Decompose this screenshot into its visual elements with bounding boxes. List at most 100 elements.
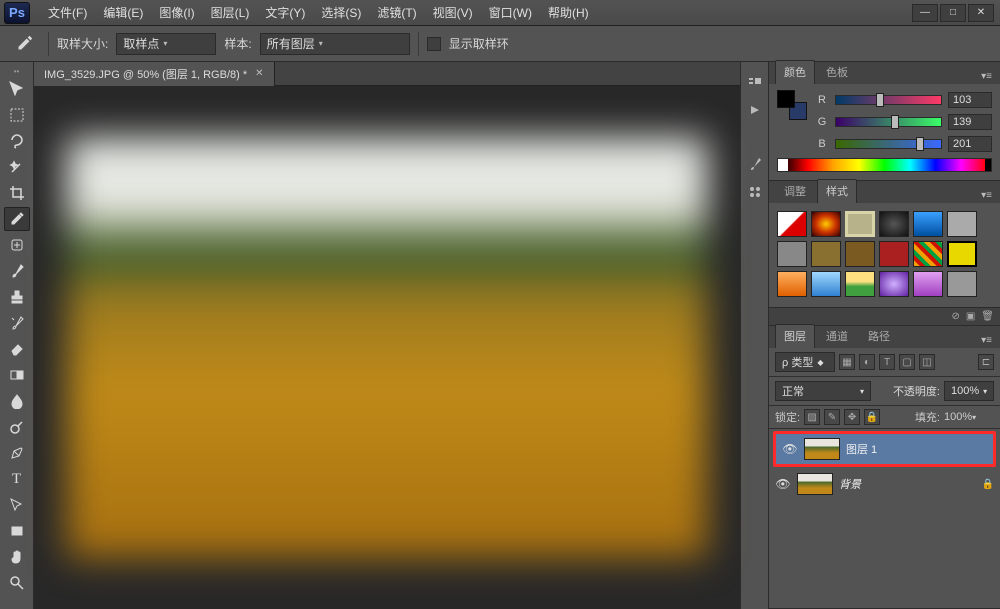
clear-style-icon[interactable]: ⊘ (951, 311, 959, 322)
tab-layers[interactable]: 图层 (775, 324, 815, 348)
canvas[interactable] (34, 86, 740, 609)
r-slider[interactable] (835, 95, 942, 105)
tab-adjustments[interactable]: 调整 (775, 179, 815, 203)
app-logo-icon[interactable]: Ps (4, 2, 30, 24)
style-swatch[interactable] (845, 211, 875, 237)
style-swatch[interactable] (947, 241, 977, 267)
panel-menu-icon[interactable]: ▾≡ (977, 69, 996, 84)
eraser-tool[interactable] (4, 337, 30, 361)
window-maximize-button[interactable]: □ (940, 4, 966, 22)
foreground-color-swatch[interactable] (777, 90, 795, 108)
b-slider[interactable] (835, 139, 942, 149)
style-swatch[interactable] (811, 271, 841, 297)
g-value[interactable]: 139 (948, 114, 992, 130)
actions-panel-icon[interactable] (746, 102, 764, 118)
panel-menu-icon[interactable]: ▾≡ (977, 188, 996, 203)
tab-color[interactable]: 颜色 (775, 60, 815, 84)
marquee-tool[interactable] (4, 103, 30, 127)
menu-select[interactable]: 选择(S) (313, 0, 369, 26)
tab-channels[interactable]: 通道 (817, 324, 857, 348)
lock-all-icon[interactable]: 🔒 (864, 409, 880, 425)
show-sampling-ring-checkbox[interactable] (427, 37, 441, 51)
style-swatch[interactable] (913, 271, 943, 297)
style-swatch[interactable] (879, 211, 909, 237)
tools-collapse-icon[interactable]: •• (0, 66, 34, 76)
brush-tool[interactable] (4, 259, 30, 283)
tab-swatches[interactable]: 色板 (817, 60, 857, 84)
blend-mode-select[interactable]: 正常▾ (775, 381, 871, 401)
panel-menu-icon[interactable]: ▾≡ (977, 333, 996, 348)
style-swatch[interactable] (913, 241, 943, 267)
visibility-toggle-icon[interactable]: 👁 (775, 476, 791, 492)
close-icon[interactable]: ✕ (255, 68, 263, 79)
history-panel-icon[interactable] (746, 74, 764, 90)
filter-pixel-icon[interactable]: ▦ (839, 354, 855, 370)
new-style-icon[interactable]: ▣ (966, 311, 975, 322)
style-swatch[interactable] (845, 241, 875, 267)
hand-tool[interactable] (4, 545, 30, 569)
style-swatch[interactable] (811, 211, 841, 237)
eyedropper-tool[interactable] (4, 207, 30, 231)
dodge-tool[interactable] (4, 415, 30, 439)
crop-tool[interactable] (4, 181, 30, 205)
brush-panel-icon[interactable] (746, 156, 764, 172)
pen-tool[interactable] (4, 441, 30, 465)
lock-position-icon[interactable]: ✥ (844, 409, 860, 425)
style-swatch[interactable] (947, 271, 977, 297)
g-slider[interactable] (835, 117, 942, 127)
style-swatch[interactable] (777, 241, 807, 267)
tab-styles[interactable]: 样式 (817, 179, 857, 203)
style-swatch[interactable] (879, 241, 909, 267)
history-brush-tool[interactable] (4, 311, 30, 335)
move-tool[interactable] (4, 77, 30, 101)
filter-adjust-icon[interactable]: ◐ (859, 354, 875, 370)
layer-thumbnail[interactable] (804, 438, 840, 460)
lasso-tool[interactable] (4, 129, 30, 153)
style-swatch[interactable] (777, 211, 807, 237)
color-spectrum[interactable] (777, 158, 992, 172)
layer-filter-kind-select[interactable]: ρ 类型 ◆ (775, 352, 835, 372)
brush-presets-panel-icon[interactable] (746, 184, 764, 200)
visibility-toggle-icon[interactable]: 👁 (782, 441, 798, 457)
menu-view[interactable]: 视图(V) (425, 0, 481, 26)
fg-bg-swatch[interactable] (777, 90, 807, 120)
style-swatch[interactable] (947, 211, 977, 237)
sample-size-select[interactable]: 取样点▾ (116, 33, 216, 55)
healing-brush-tool[interactable] (4, 233, 30, 257)
filter-type-icon[interactable]: T (879, 354, 895, 370)
layer-row-background[interactable]: 👁 背景 🔒 (769, 469, 1000, 499)
blur-tool[interactable] (4, 389, 30, 413)
window-close-button[interactable]: ✕ (968, 4, 994, 22)
layer-name[interactable]: 背景 (839, 476, 861, 492)
style-swatch[interactable] (913, 211, 943, 237)
lock-transparency-icon[interactable]: ▨ (804, 409, 820, 425)
menu-type[interactable]: 文字(Y) (257, 0, 313, 26)
layer-row-1[interactable]: 👁 图层 1 (776, 434, 993, 464)
filter-smart-icon[interactable]: ◫ (919, 354, 935, 370)
trash-icon[interactable]: 🗑 (981, 311, 994, 322)
active-tool-icon[interactable] (8, 31, 40, 57)
fill-field[interactable]: 100%▾ (944, 411, 994, 423)
style-swatch[interactable] (879, 271, 909, 297)
filter-toggle-switch[interactable]: ⊏ (978, 354, 994, 370)
menu-edit[interactable]: 编辑(E) (95, 0, 151, 26)
layer-thumbnail[interactable] (797, 473, 833, 495)
b-value[interactable]: 201 (948, 136, 992, 152)
lock-pixels-icon[interactable]: ✎ (824, 409, 840, 425)
stamp-tool[interactable] (4, 285, 30, 309)
window-minimize-button[interactable]: — (912, 4, 938, 22)
r-value[interactable]: 103 (948, 92, 992, 108)
layer-name[interactable]: 图层 1 (846, 441, 877, 457)
style-swatch[interactable] (777, 271, 807, 297)
gradient-tool[interactable] (4, 363, 30, 387)
menu-filter[interactable]: 滤镜(T) (369, 0, 424, 26)
path-selection-tool[interactable] (4, 493, 30, 517)
menu-help[interactable]: 帮助(H) (540, 0, 597, 26)
type-tool[interactable]: T (4, 467, 30, 491)
menu-file[interactable]: 文件(F) (40, 0, 95, 26)
zoom-tool[interactable] (4, 571, 30, 595)
filter-shape-icon[interactable]: ▢ (899, 354, 915, 370)
tab-paths[interactable]: 路径 (859, 324, 899, 348)
menu-image[interactable]: 图像(I) (151, 0, 202, 26)
style-swatch[interactable] (811, 241, 841, 267)
